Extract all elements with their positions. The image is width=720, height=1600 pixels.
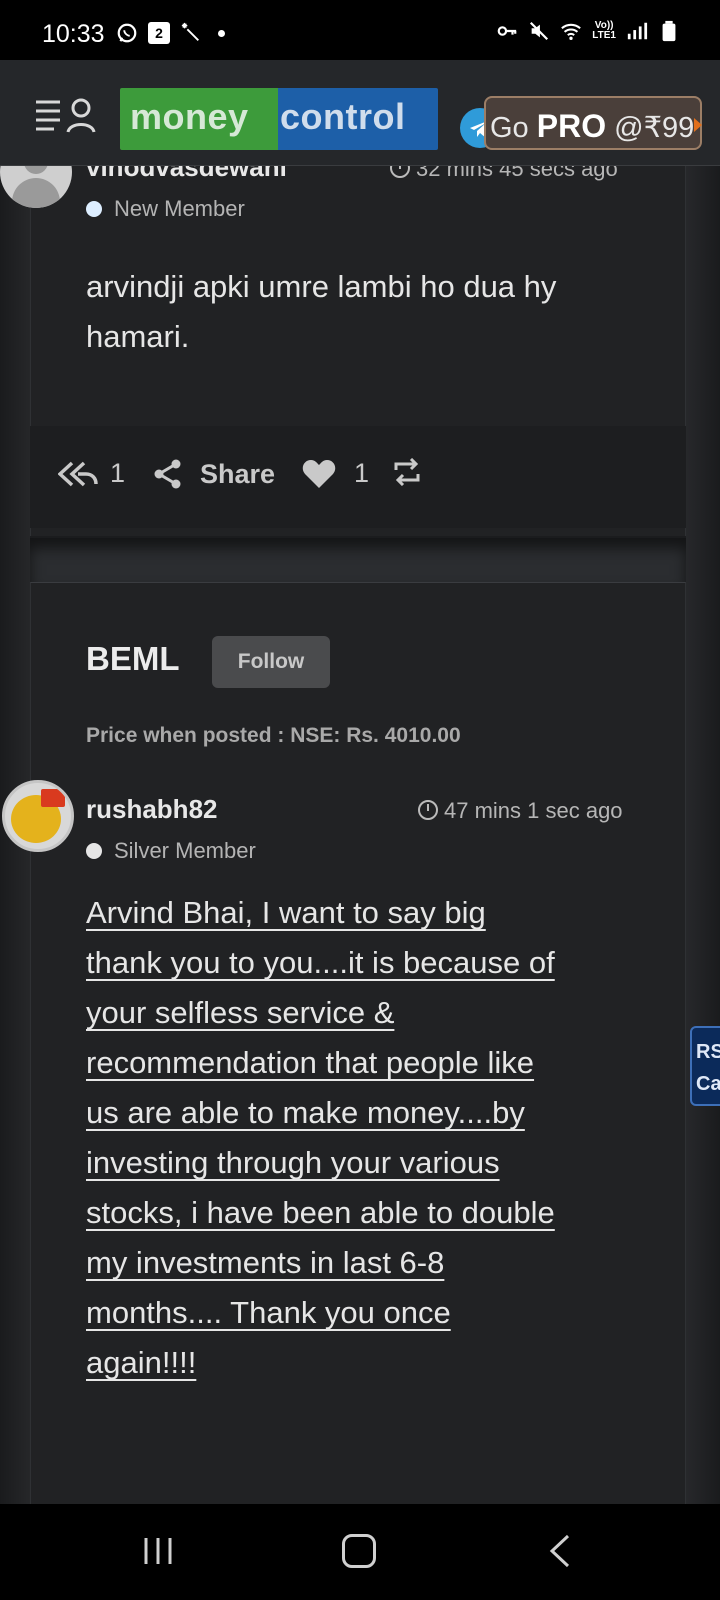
calendar-icon: 2: [148, 22, 170, 44]
logo-text-control: control: [278, 88, 438, 150]
whatsapp-icon: [117, 23, 137, 43]
pro-arrow-icon: [694, 118, 702, 132]
clock-icon: [418, 800, 438, 820]
status-time: 10:33: [42, 20, 105, 48]
post-separator: [30, 538, 686, 582]
flag-icon: [41, 789, 65, 807]
status-system-icons: Vo)) LTE1: [496, 20, 680, 42]
app-header: money control Go PRO @₹99: [0, 60, 720, 166]
reply-button[interactable]: 1: [58, 458, 125, 489]
post-actions-bar: 1 Share 1: [30, 426, 686, 528]
menu-user-icon[interactable]: [34, 96, 100, 136]
share-button[interactable]: Share: [152, 458, 275, 490]
moneycontrol-logo[interactable]: money control: [120, 88, 438, 150]
member-badge: Silver Member: [86, 838, 256, 864]
mute-icon: [530, 21, 549, 41]
magic-wand-icon: [181, 22, 199, 41]
badge-dot-icon: [86, 201, 102, 217]
repost-button[interactable]: [390, 458, 424, 486]
logo-text-money: money: [120, 88, 278, 150]
system-nav-bar: [0, 1504, 720, 1600]
feed-right-gutter: [686, 166, 720, 1504]
post-timestamp: 47 mins 1 sec ago: [418, 798, 623, 824]
post-timestamp: 32 mins 45 secs ago: [390, 166, 618, 182]
like-button[interactable]: 1: [302, 458, 369, 489]
repost-icon: [394, 458, 420, 486]
go-pro-button[interactable]: Go PRO @₹99: [484, 96, 702, 150]
home-icon[interactable]: [342, 1534, 376, 1568]
reply-all-icon: [58, 461, 98, 486]
post-username[interactable]: vinodvasdewani: [86, 166, 287, 183]
heart-icon: [302, 459, 336, 488]
side-floating-tab[interactable]: RS Ca: [690, 1026, 720, 1106]
status-notification-icons: 2: [116, 22, 225, 44]
clock-icon: [390, 166, 410, 178]
post-message[interactable]: arvindji apki umre lambi ho dua hy hamar…: [86, 262, 646, 362]
notification-dot: [218, 29, 225, 37]
vpn-key-icon: [497, 26, 517, 36]
signal-icon: [627, 22, 648, 40]
battery-icon: [662, 20, 676, 42]
recent-apps-icon[interactable]: [142, 1536, 174, 1566]
lte-indicator: Vo)) LTE1: [592, 20, 616, 41]
price-when-posted: Price when posted : NSE: Rs. 4010.00: [86, 724, 461, 747]
follow-button[interactable]: Follow: [212, 636, 330, 688]
wifi-icon: [561, 23, 582, 40]
status-bar: 10:33 2 Vo)) LTE1: [0, 0, 720, 60]
post-username[interactable]: rushabh82: [86, 794, 218, 825]
post-message[interactable]: Arvind Bhai, I want to say big thank you…: [86, 888, 646, 1388]
stock-name[interactable]: BEML: [86, 640, 180, 678]
share-icon: [154, 459, 181, 489]
message-feed[interactable]: vinodvasdewani 32 mins 45 secs ago New M…: [0, 166, 720, 1504]
back-icon[interactable]: [548, 1534, 572, 1568]
user-avatar[interactable]: [2, 780, 74, 852]
badge-dot-icon: [86, 843, 102, 859]
member-badge: New Member: [86, 196, 245, 222]
